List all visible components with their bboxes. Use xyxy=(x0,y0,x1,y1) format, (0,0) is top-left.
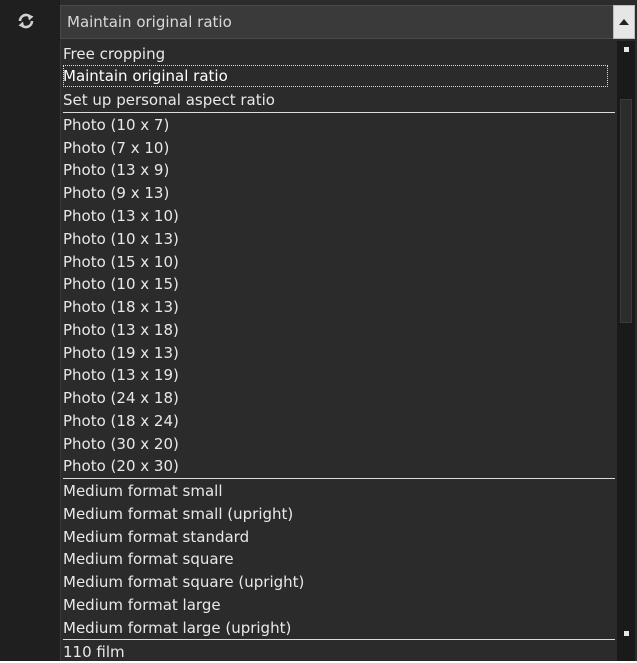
option-photo-13x10[interactable]: Photo (13 x 10) xyxy=(63,205,179,227)
option-photo-18x13[interactable]: Photo (18 x 13) xyxy=(63,296,179,318)
rotate-icon xyxy=(18,13,34,29)
option-photo-9x13[interactable]: Photo (9 x 13) xyxy=(63,182,169,204)
dropdown-toggle-button[interactable] xyxy=(613,5,635,39)
option-photo-19x13[interactable]: Photo (19 x 13) xyxy=(63,342,179,364)
option-photo-20x30[interactable]: Photo (20 x 30) xyxy=(63,455,179,477)
option-free-cropping[interactable]: Free cropping xyxy=(63,43,165,65)
option-separator xyxy=(63,639,615,640)
option-medium-format-small-upright[interactable]: Medium format small (upright) xyxy=(63,503,293,525)
scroll-down-icon xyxy=(623,630,629,636)
option-photo-10x15[interactable]: Photo (10 x 15) xyxy=(63,273,179,295)
scroll-up-button[interactable] xyxy=(617,41,635,57)
option-photo-10x7[interactable]: Photo (10 x 7) xyxy=(63,114,169,136)
ratio-select[interactable]: Maintain original ratio xyxy=(60,5,615,39)
scroll-up-icon xyxy=(623,46,629,52)
ratio-select-value: Maintain original ratio xyxy=(67,13,232,31)
option-medium-format-standard[interactable]: Medium format standard xyxy=(63,526,249,548)
option-photo-13x19[interactable]: Photo (13 x 19) xyxy=(63,364,179,386)
ratio-options-list: Free cropping Maintain original ratio Se… xyxy=(60,41,615,661)
option-medium-format-small[interactable]: Medium format small xyxy=(63,480,223,502)
option-photo-24x18[interactable]: Photo (24 x 18) xyxy=(63,387,179,409)
list-scrollbar[interactable] xyxy=(617,41,635,661)
option-photo-30x20[interactable]: Photo (30 x 20) xyxy=(63,433,179,455)
option-photo-13x18[interactable]: Photo (13 x 18) xyxy=(63,319,179,341)
option-photo-10x13[interactable]: Photo (10 x 13) xyxy=(63,228,179,250)
option-medium-format-square-upright[interactable]: Medium format square (upright) xyxy=(63,571,304,593)
option-separator xyxy=(63,112,615,113)
option-medium-format-large[interactable]: Medium format large xyxy=(63,594,221,616)
rotate-ratio-button[interactable] xyxy=(10,6,42,36)
option-maintain-original-ratio[interactable]: Maintain original ratio xyxy=(63,65,608,87)
aspect-ratio-dropdown: Maintain original ratio Free cropping Ma… xyxy=(0,0,637,661)
scroll-down-button[interactable] xyxy=(617,625,635,641)
option-medium-format-square[interactable]: Medium format square xyxy=(63,548,234,570)
scrollbar-thumb[interactable] xyxy=(620,99,632,323)
option-personal-aspect-ratio[interactable]: Set up personal aspect ratio xyxy=(63,89,275,111)
option-photo-13x9[interactable]: Photo (13 x 9) xyxy=(63,159,169,181)
left-toolbar-column xyxy=(0,0,60,661)
option-separator xyxy=(63,478,615,479)
chevron-up-icon xyxy=(619,19,629,25)
option-photo-18x24[interactable]: Photo (18 x 24) xyxy=(63,410,179,432)
option-photo-7x10[interactable]: Photo (7 x 10) xyxy=(63,137,169,159)
option-photo-15x10[interactable]: Photo (15 x 10) xyxy=(63,251,179,273)
option-110-film[interactable]: 110 film xyxy=(63,641,125,663)
option-medium-format-large-upright[interactable]: Medium format large (upright) xyxy=(63,617,291,639)
